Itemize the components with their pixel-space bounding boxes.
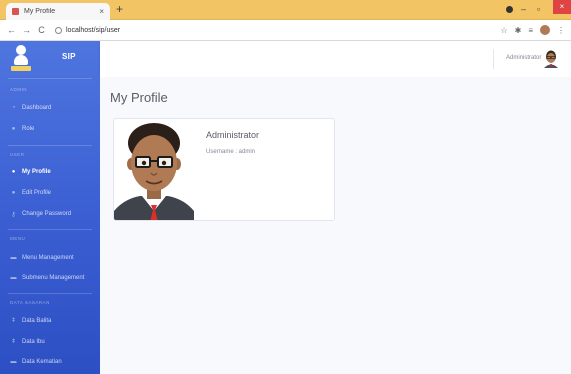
page-title: My Profile — [110, 90, 168, 105]
tab-close-icon[interactable]: × — [99, 7, 104, 16]
sidebar-divider — [8, 78, 92, 79]
sidebar-item-label: Submenu Management — [22, 275, 85, 281]
sidebar: SIP Admin ◔ Dashboard ● Role User ● My P… — [0, 41, 100, 374]
back-icon[interactable]: ← — [6, 25, 17, 35]
main-content: My Profile Administrator Username: admi… — [100, 77, 571, 374]
sidebar-item-label: Data Ibu — [22, 339, 45, 345]
sidebar-heading-menu: Menu — [10, 236, 26, 241]
extensions-icon[interactable]: ✱ — [515, 26, 522, 35]
menu-icon[interactable]: ⋮ — [557, 26, 565, 35]
sidebar-brand[interactable]: SIP — [0, 41, 100, 78]
profile-dot-icon[interactable] — [506, 6, 513, 13]
profile-name: Administrator — [206, 130, 260, 140]
folder-icon: ▬ — [10, 359, 17, 365]
user-edit-icon: ● — [11, 190, 16, 196]
posyandu-logo-icon — [11, 45, 31, 73]
browser-tab-strip: My Profile × + – ▫ × — [0, 0, 571, 20]
dashboard-icon: ◔ — [11, 105, 16, 111]
topbar-user-name[interactable]: Administrator — [506, 55, 541, 61]
star-icon[interactable]: ☆ — [500, 26, 507, 35]
sidebar-item-change-password[interactable]: ⚷ Change Password — [10, 208, 96, 220]
info-icon[interactable] — [55, 26, 62, 34]
sidebar-divider — [8, 293, 92, 294]
url-field[interactable]: localhost/sip/user — [66, 27, 500, 34]
minimize-button[interactable]: – — [521, 2, 526, 16]
sidebar-item-label: Data Kematian — [22, 359, 62, 365]
sidebar-item-label: Role — [22, 126, 35, 132]
user-avatar[interactable] — [543, 50, 559, 68]
sidebar-item-menu-management[interactable]: ▬ Menu Management — [10, 252, 96, 264]
profile-card: Administrator Username : admin — [113, 118, 335, 221]
key-icon: ⚷ — [11, 211, 16, 218]
sidebar-item-label: Dashboard — [22, 105, 52, 111]
folder-open-icon: ▬ — [10, 275, 17, 281]
tab-title: My Profile — [24, 8, 56, 15]
sidebar-item-label: Menu Management — [22, 255, 74, 261]
forward-icon[interactable]: → — [21, 25, 32, 35]
browser-toolbar-right: ☆ ✱ ≡ ⋮ — [500, 25, 565, 35]
sidebar-item-data-ibu[interactable]: ǂ Data Ibu — [10, 336, 96, 348]
female-icon: ǂ — [11, 339, 16, 345]
new-tab-button[interactable]: + — [116, 2, 123, 16]
sidebar-heading-admin: Admin — [10, 87, 27, 92]
reload-icon[interactable]: C — [36, 25, 47, 35]
sidebar-divider — [8, 229, 92, 230]
sidebar-item-submenu-management[interactable]: ▬ Submenu Management — [10, 272, 96, 284]
sidebar-item-edit-profile[interactable]: ● Edit Profile — [10, 187, 96, 199]
sidebar-item-dashboard[interactable]: ◔ Dashboard — [10, 102, 96, 114]
address-bar: ← → C localhost/sip/user ☆ ✱ ≡ ⋮ — [0, 20, 571, 41]
sidebar-item-label: My Profile — [22, 169, 51, 175]
child-icon: ǂ — [11, 318, 16, 324]
folder-icon: ▬ — [10, 255, 17, 261]
brand-text: SIP — [62, 52, 76, 61]
sidebar-item-my-profile[interactable]: ● My Profile — [10, 166, 96, 178]
maximize-button[interactable]: ▫ — [537, 2, 540, 16]
sidebar-item-label: Edit Profile — [22, 190, 52, 196]
profile-icon[interactable] — [540, 25, 550, 35]
sidebar-item-data-kematian[interactable]: ▬ Data Kematian — [10, 356, 96, 368]
sidebar-item-label: Change Password — [22, 211, 72, 217]
favicon-icon — [12, 8, 19, 15]
sidebar-heading-data-sasaran: Data Sasaran — [10, 300, 50, 305]
profile-username: Username : admin — [206, 149, 256, 155]
sidebar-item-label: Data Balita — [22, 318, 52, 324]
sidebar-item-data-balita[interactable]: ǂ Data Balita — [10, 315, 96, 327]
sidebar-item-role[interactable]: ● Role — [10, 123, 96, 135]
sidebar-divider — [8, 145, 92, 146]
sidebar-heading-user: User — [10, 152, 25, 157]
user-icon: ● — [11, 169, 16, 175]
user-icon: ● — [11, 126, 16, 132]
playlist-icon[interactable]: ≡ — [528, 26, 533, 35]
topbar: Administrator — [100, 41, 571, 77]
browser-tab[interactable]: My Profile × — [6, 3, 110, 20]
topbar-divider — [493, 49, 494, 69]
close-window-button[interactable]: × — [553, 0, 571, 14]
profile-photo — [114, 123, 194, 220]
